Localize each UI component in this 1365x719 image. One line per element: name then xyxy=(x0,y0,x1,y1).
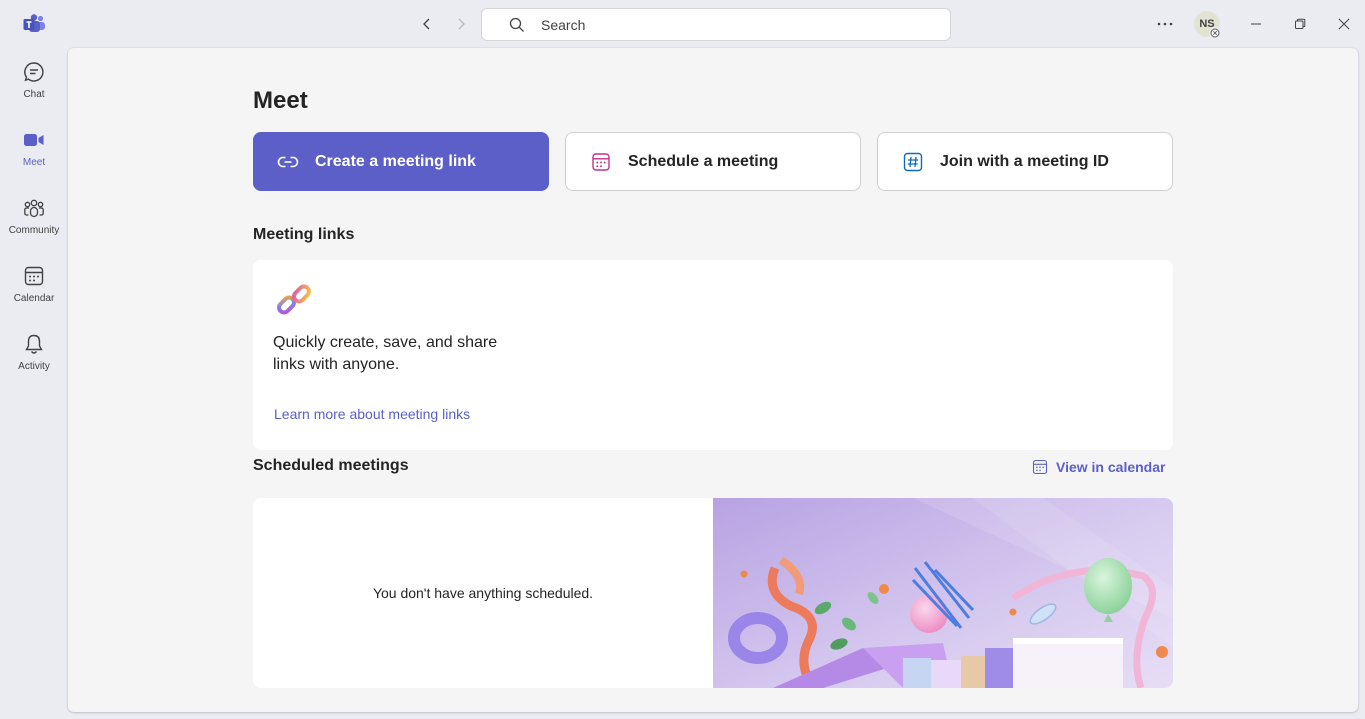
close-icon[interactable] xyxy=(1332,12,1356,36)
offline-status-icon xyxy=(1209,27,1221,39)
empty-schedule-message: You don't have anything scheduled. xyxy=(372,585,594,601)
link-icon xyxy=(277,151,299,173)
meet-pane: Meet Create a meeting link Schedule a me… xyxy=(68,48,1358,712)
page-title: Meet xyxy=(253,87,308,114)
view-in-calendar-link[interactable]: View in calendar xyxy=(1032,457,1165,477)
back-icon[interactable] xyxy=(415,12,439,36)
schedule-meeting-button[interactable]: Schedule a meeting xyxy=(565,132,861,191)
rail-item-label: Calendar xyxy=(13,293,55,304)
video-camera-icon xyxy=(22,128,46,152)
more-options-icon[interactable] xyxy=(1153,13,1177,35)
meeting-links-card: Quickly create, save, and share links wi… xyxy=(253,260,1173,450)
schedule-meeting-label: Schedule a meeting xyxy=(628,152,779,170)
calendar-icon xyxy=(22,264,46,288)
rail-item-calendar[interactable]: Calendar xyxy=(0,252,68,312)
calendar-icon xyxy=(1032,459,1048,475)
minimize-icon[interactable] xyxy=(1244,12,1268,36)
calendar-icon xyxy=(590,151,612,173)
create-meeting-link-label: Create a meeting link xyxy=(315,152,476,170)
celebration-illustration xyxy=(713,498,1173,688)
rail-item-label: Community xyxy=(8,225,60,236)
rail-item-chat[interactable]: Chat xyxy=(0,48,68,108)
scheduled-meetings-card: You don't have anything scheduled. xyxy=(253,498,1173,688)
rail-item-label: Meet xyxy=(22,157,46,168)
rail-item-meet[interactable]: Meet xyxy=(0,116,68,176)
chat-icon xyxy=(22,60,46,84)
rail-item-label: Activity xyxy=(18,361,50,372)
search-icon xyxy=(508,16,526,34)
meeting-links-description: Quickly create, save, and share links wi… xyxy=(273,334,498,373)
view-in-calendar-label: View in calendar xyxy=(1056,459,1166,475)
restore-icon[interactable] xyxy=(1288,12,1312,36)
join-with-meeting-id-label: Join with a meeting ID xyxy=(940,152,1109,170)
search-box[interactable] xyxy=(481,8,951,41)
title-bar: NS xyxy=(0,0,1365,48)
chain-link-illustration-icon xyxy=(275,282,315,322)
search-input[interactable] xyxy=(541,16,921,33)
community-icon xyxy=(22,196,46,220)
forward-icon[interactable] xyxy=(449,12,473,36)
bell-icon xyxy=(22,332,46,356)
teams-logo-icon[interactable] xyxy=(22,12,46,36)
rail-item-activity[interactable]: Activity xyxy=(0,320,68,380)
learn-more-link[interactable]: Learn more about meeting links xyxy=(274,406,470,422)
scheduled-meetings-heading: Scheduled meetings xyxy=(253,457,409,474)
hash-icon xyxy=(902,151,924,173)
join-with-meeting-id-button[interactable]: Join with a meeting ID xyxy=(877,132,1173,191)
rail-item-community[interactable]: Community xyxy=(0,184,68,244)
meeting-links-heading: Meeting links xyxy=(253,226,355,243)
create-meeting-link-button[interactable]: Create a meeting link xyxy=(253,132,549,191)
rail-item-label: Chat xyxy=(23,89,45,100)
